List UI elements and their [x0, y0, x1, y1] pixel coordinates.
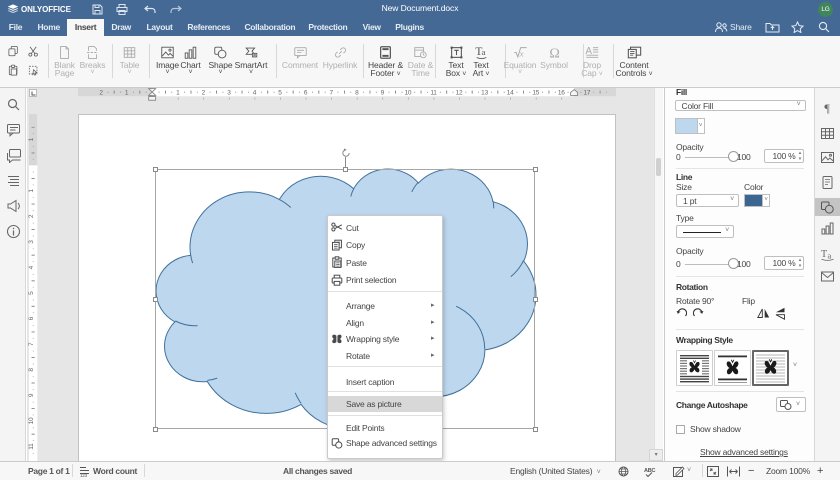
svg-text:8: 8 — [28, 368, 35, 372]
svg-text:¶: ¶ — [824, 101, 830, 115]
svg-text:Ω: Ω — [549, 45, 559, 60]
svg-text:T: T — [821, 249, 827, 260]
svg-text:123: 123 — [80, 473, 88, 477]
svg-text:a: a — [481, 47, 485, 57]
svg-text:1: 1 — [28, 189, 35, 193]
svg-text:11: 11 — [28, 443, 35, 450]
svg-text:4: 4 — [28, 265, 35, 269]
svg-text:10: 10 — [28, 417, 35, 424]
svg-text:9: 9 — [28, 393, 35, 397]
svg-text:3: 3 — [28, 240, 35, 244]
svg-text:5: 5 — [28, 291, 35, 295]
svg-text:2: 2 — [28, 214, 35, 218]
svg-text:a: a — [828, 250, 832, 260]
svg-text:7: 7 — [28, 342, 35, 346]
svg-text:1: 1 — [28, 137, 35, 141]
svg-text:6: 6 — [28, 316, 35, 320]
svg-text:x: x — [518, 48, 523, 58]
svg-text:ABC: ABC — [644, 468, 656, 474]
